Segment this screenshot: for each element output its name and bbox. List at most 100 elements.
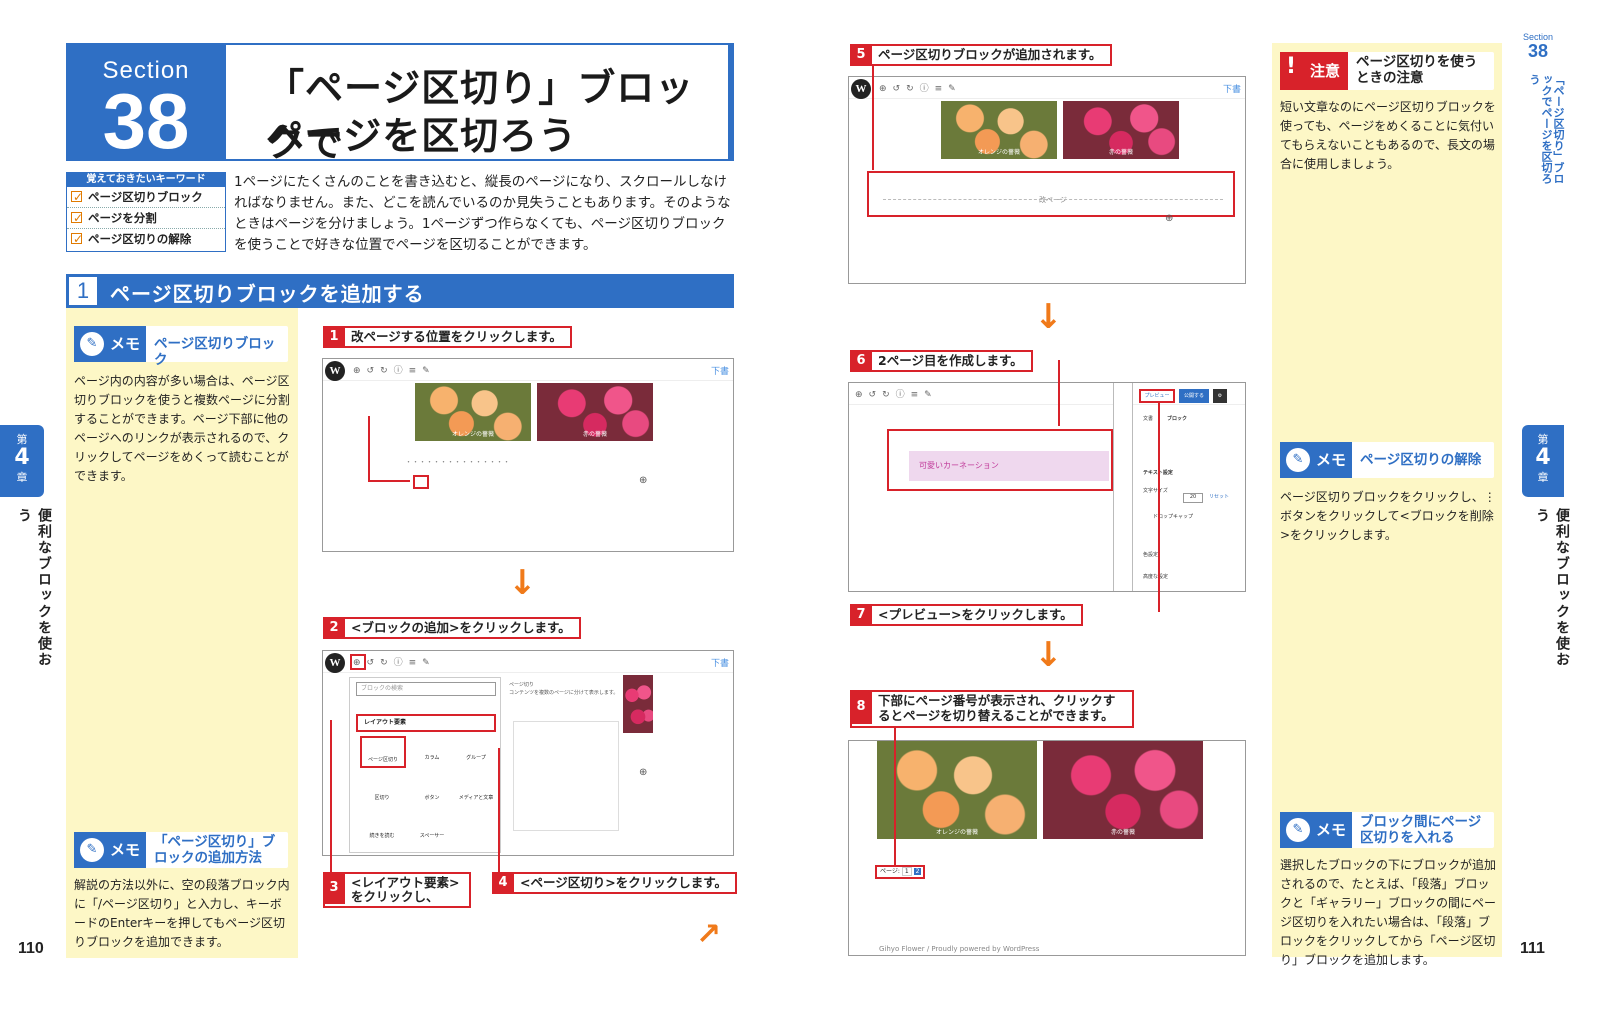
- heading-text: ページ区切りブロックを追加する: [110, 282, 425, 306]
- callout-line: [872, 66, 874, 170]
- heading-1: 1 ページ区切りブロックを追加する: [66, 274, 734, 308]
- block-item[interactable]: グループ: [454, 754, 498, 761]
- publish-button[interactable]: 公開する: [1179, 389, 1209, 403]
- section-index: Section 38: [1522, 32, 1554, 61]
- panel-tab-document[interactable]: 文書: [1143, 415, 1153, 422]
- page-break-block-item[interactable]: ページ区切り: [360, 736, 406, 768]
- block-item[interactable]: カラム: [410, 754, 454, 761]
- gear-icon[interactable]: ⚙: [1213, 389, 1227, 403]
- callout-line: [330, 720, 332, 872]
- font-size-input[interactable]: 20: [1183, 493, 1203, 503]
- color-settings[interactable]: 色設定: [1143, 551, 1158, 558]
- wordpress-icon: W: [851, 79, 871, 99]
- book-icon: ✎: [1286, 448, 1310, 472]
- reset-button[interactable]: リセット: [1209, 493, 1229, 500]
- caution-title: ページ区切りを使うときの注意: [1356, 54, 1478, 86]
- page-break-block[interactable]: 改ページ: [867, 171, 1235, 217]
- red-rose-image: [623, 675, 653, 733]
- page-break-line: [883, 199, 1223, 200]
- step-5: 5 ページ区切りブロックが追加されます。: [850, 44, 1112, 66]
- chapter-title: 便利なブロックを使おう: [1534, 508, 1570, 668]
- block-description: ページ切り コンテンツを複数のページに分けて表示します。: [509, 682, 619, 696]
- step-8: 8 下部にページ番号が表示され、クリックするとページを切り替えることができます。: [850, 690, 1134, 728]
- memo-badge: ✎ メモ: [1280, 812, 1352, 848]
- page-break-label: 改ページ: [1039, 196, 1067, 204]
- click-position[interactable]: [413, 475, 429, 489]
- block-item[interactable]: スペーサー: [410, 832, 454, 839]
- screenshot-8: オレンジの薔薇 赤の薔薇 ページ: 1 2 Gihyo Flower / Pro…: [848, 740, 1246, 956]
- memo-header: ✎ メモ ページ区切りブロック: [74, 326, 288, 368]
- heading-number: 1: [69, 277, 97, 305]
- pink-text-block: 可愛いカーネーション: [909, 451, 1109, 481]
- toolbar-icons: ⊕↺↻ⓘ≡✎: [855, 390, 938, 400]
- checkbox-icon: [71, 208, 83, 229]
- exclamation-icon: !: [1286, 54, 1297, 79]
- page-link-1[interactable]: 1: [901, 867, 912, 876]
- checkbox-icon: [71, 187, 83, 208]
- gallery-caption-placeholder: ・・・・・・・・・・・・・・・: [405, 458, 510, 466]
- memo-body: 解説の方法以外に、空の段落ブロック内に「/ページ区切り」と入力し、キーボードのE…: [74, 878, 290, 949]
- keyword-heading: 覚えておきたいキーワード: [67, 173, 225, 187]
- layout-elements-toggle[interactable]: レイアウト要素: [356, 714, 496, 732]
- block-item[interactable]: メディアと文章: [454, 794, 498, 801]
- chapter-tab: 第 4 章: [1522, 425, 1564, 497]
- advanced-settings[interactable]: 高度な設定: [1143, 573, 1168, 580]
- block-item[interactable]: 続きを読む: [360, 832, 404, 839]
- section-number: 38: [102, 77, 190, 165]
- draft-link[interactable]: 下書: [1223, 82, 1241, 95]
- add-block-icon[interactable]: ⊕: [639, 767, 647, 778]
- arrow-down-icon: ↓: [508, 563, 537, 603]
- panel-tab-block[interactable]: ブロック: [1167, 415, 1187, 422]
- callout-line: [498, 748, 500, 872]
- step-7: 7 <プレビュー>をクリックします。: [850, 604, 1083, 626]
- memo-body: 選択したブロックの下にブロックが追加されるので、たとえば、「段落」ブロックと「ギ…: [1280, 858, 1497, 967]
- screenshot-6: ⊕↺↻ⓘ≡✎ 可愛いカーネーション プレビュー 公開する ⚙ 文書 ブロック テ…: [848, 382, 1246, 592]
- draft-link[interactable]: 下書: [711, 656, 729, 669]
- chapter-tab: 第 4 章: [0, 425, 44, 497]
- block-search-input[interactable]: ブロックの検索: [356, 682, 496, 696]
- orange-rose-image: オレンジの薔薇: [877, 741, 1037, 839]
- book-icon: ✎: [1286, 818, 1310, 842]
- settings-panel: プレビュー 公開する ⚙ 文書 ブロック テキスト設定 文字サイズ 20 リセッ…: [1139, 389, 1243, 589]
- font-size-label: 文字サイズ: [1143, 488, 1168, 494]
- keyword-item: ページを分割: [67, 208, 225, 229]
- title-line-2: ページを区切ろう: [266, 114, 578, 158]
- editor-toolbar: W ⊕↺↻ⓘ≡✎ 下書: [323, 651, 733, 673]
- book-icon: ✎: [80, 332, 104, 356]
- block-item[interactable]: ボタン: [410, 794, 454, 801]
- callout-line: [368, 480, 410, 482]
- arrow-down-icon: ↓: [1034, 297, 1063, 337]
- callout-line: [1058, 360, 1060, 426]
- new-paragraph-block[interactable]: 可愛いカーネーション: [887, 429, 1113, 491]
- section-badge: Section 38: [66, 43, 226, 161]
- add-block-icon[interactable]: ⊕: [639, 475, 647, 486]
- keyword-box: 覚えておきたいキーワード ページ区切りブロック ページを分割 ページ区切りの解除: [66, 172, 226, 252]
- block-item[interactable]: 区切り: [360, 794, 404, 801]
- memo-badge: ✎ メモ: [74, 832, 146, 868]
- block-preview: [513, 721, 619, 831]
- step-4: 4 <ページ区切り>をクリックします。: [492, 872, 737, 894]
- toolbar-icons: ⊕↺↻ⓘ≡✎: [879, 84, 962, 94]
- book-icon: ✎: [80, 838, 104, 862]
- memo-body: ページ内の内容が多い場合は、ページ区切りブロックを使うと複数ページに分割すること…: [74, 374, 290, 483]
- wordpress-icon: W: [325, 361, 345, 381]
- red-rose-image: 赤の薔薇: [1043, 741, 1203, 839]
- step-2: 2 <ブロックの追加>をクリックします。: [323, 617, 581, 639]
- memo-title: 「ページ区切り」ブロックの追加方法: [154, 834, 276, 866]
- memo-badge: ✎ メモ: [74, 326, 146, 362]
- add-block-icon[interactable]: ⊕: [1165, 213, 1173, 224]
- memo-header: ✎ メモ 「ページ区切り」ブロックの追加方法: [74, 832, 288, 868]
- page-number-left: 110: [18, 940, 44, 957]
- screenshot-1: W ⊕↺↻ⓘ≡✎ 下書 オレンジの薔薇 赤の薔薇 ・・・・・・・・・・・・・・・…: [322, 358, 734, 552]
- editor-toolbar: W ⊕↺↻ⓘ≡✎ 下書: [849, 77, 1245, 99]
- page-link-2[interactable]: 2: [913, 868, 922, 875]
- site-footer: Gihyo Flower / Proudly powered by WordPr…: [879, 945, 1040, 953]
- preview-button[interactable]: プレビュー: [1139, 389, 1175, 403]
- draft-link[interactable]: 下書: [711, 364, 729, 377]
- memo-header: ✎ メモ ページ区切りの解除: [1280, 442, 1494, 478]
- page-title: 「ページ区切り」ブロックで ページを区切ろう: [226, 43, 734, 165]
- callout-line: [894, 726, 896, 866]
- toolbar-icons: ⊕↺↻ⓘ≡✎: [353, 658, 436, 668]
- caution-body: 短い文章なのにページ区切りブロックを使っても、ページをめくることに気付いてもらえ…: [1280, 100, 1496, 171]
- screenshot-5: W ⊕↺↻ⓘ≡✎ 下書 オレンジの薔薇 赤の薔薇 改ページ ⊕: [848, 76, 1246, 284]
